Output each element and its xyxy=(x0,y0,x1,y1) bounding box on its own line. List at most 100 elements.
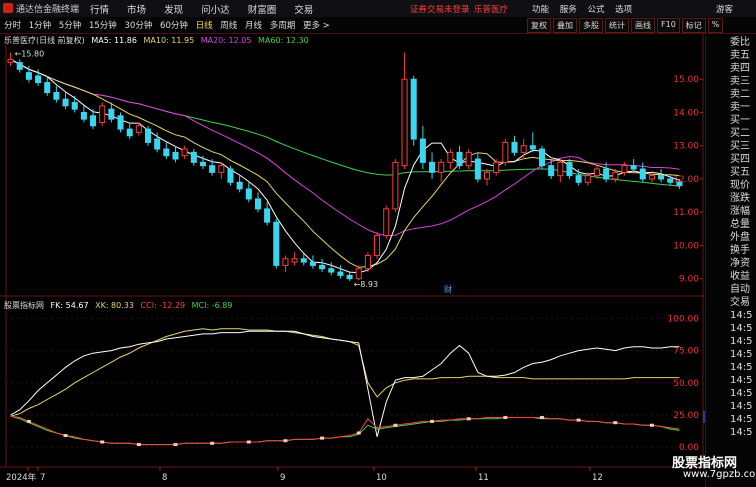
indicator-dot xyxy=(136,443,141,447)
price-tick-label: 13.00 xyxy=(673,142,699,152)
candle-body xyxy=(117,115,124,130)
candle-body xyxy=(401,78,408,167)
candle-body xyxy=(273,221,280,266)
candle-body xyxy=(548,165,555,177)
date-tick-label: 9 xyxy=(280,473,285,483)
candle-body xyxy=(328,268,335,273)
candle-body xyxy=(319,264,326,270)
candle-body xyxy=(429,161,436,173)
date-tick-label: 7 xyxy=(40,473,45,483)
candle-body xyxy=(639,168,646,180)
price-tick-label: 14.00 xyxy=(673,108,699,118)
side-panel-label: 买五 xyxy=(730,167,750,178)
xk-line xyxy=(10,328,680,417)
xk-value: XK: 80.33 xyxy=(95,301,134,310)
indicator-legend: 股票指标网 FK: 54.67 XK: 80.33 CCI: -12.29 MC… xyxy=(4,300,236,311)
candle-body xyxy=(374,234,381,256)
side-panel-label: 买四 xyxy=(730,154,750,165)
side-panel-label: 14:5 xyxy=(730,401,753,412)
ma10-value: MA10: 11.95 xyxy=(143,36,195,45)
candle-body xyxy=(493,161,500,173)
candle-body xyxy=(355,268,362,280)
indicator-tick-label: 50.00 xyxy=(673,379,699,389)
candle-body xyxy=(16,62,23,70)
candle-body xyxy=(456,151,463,167)
date-tick-label: 10 xyxy=(376,473,387,483)
candle-body xyxy=(25,72,32,80)
side-panel-label: 14:5 xyxy=(730,388,753,399)
candle-body xyxy=(483,171,491,180)
candle-body xyxy=(658,175,665,180)
date-tick-label: 12 xyxy=(592,473,603,483)
side-panel-label: 外盘 xyxy=(730,232,750,243)
candle-body xyxy=(71,102,78,110)
candle-body xyxy=(529,145,536,150)
side-panel-label: 14:5 xyxy=(730,336,753,347)
kline-chart[interactable]: 15.0014.0013.0012.0011.0010.009.00100.00… xyxy=(0,0,756,487)
indicator-tick-label: 25.00 xyxy=(673,411,699,421)
indicator-dot xyxy=(173,443,178,447)
candle-body xyxy=(35,75,42,84)
candle-body xyxy=(575,175,582,183)
candle-body xyxy=(465,151,472,167)
ma60-value: MA60: 12.30 xyxy=(258,36,309,45)
indicator-name[interactable]: 股票指标网 xyxy=(4,301,44,310)
side-panel-label: 14:5 xyxy=(730,414,753,425)
indicator-dot xyxy=(100,440,105,444)
candle-body xyxy=(593,168,600,177)
candle-body xyxy=(621,165,628,173)
side-panel-label: 买一 xyxy=(730,115,750,126)
indicator-dot xyxy=(283,439,288,443)
indicator-dot xyxy=(466,417,471,421)
candle-body xyxy=(126,128,133,137)
side-panel-label: 卖五 xyxy=(730,50,750,61)
candle-body xyxy=(346,274,353,280)
chart-header: 乐普医疗(日线 前复权) xyxy=(4,36,85,45)
indicator-dot xyxy=(539,416,544,420)
candle-body xyxy=(144,128,152,143)
candle-body xyxy=(44,82,51,94)
side-panel-label: 买二 xyxy=(730,128,750,139)
low-price-label: ←8.93 xyxy=(354,280,379,289)
candle-body xyxy=(291,258,298,263)
candle-body xyxy=(557,161,564,177)
ma10-line xyxy=(10,58,680,268)
indicator-dot xyxy=(26,419,31,423)
candle-body xyxy=(502,141,509,163)
ma60-line xyxy=(10,58,680,187)
candle-body xyxy=(172,151,179,160)
cci-value: CCI: -12.29 xyxy=(140,301,186,310)
indicator-tick-label: 75.00 xyxy=(673,347,699,357)
side-panel-label: 卖一 xyxy=(730,102,750,113)
candle-body xyxy=(520,145,527,153)
ma20-value: MA20: 12.05 xyxy=(200,36,252,45)
candle-body xyxy=(447,151,454,163)
candle-body xyxy=(99,105,106,123)
side-panel-label: 收益 xyxy=(730,271,750,282)
side-panel-label: 自动 xyxy=(730,284,750,295)
indicator-dot xyxy=(503,416,508,420)
candle-body xyxy=(300,258,307,263)
side-panel-label: 卖二 xyxy=(730,89,750,100)
candle-body xyxy=(648,175,655,180)
indicator-dot xyxy=(356,431,361,435)
side-panel-label: 14:5 xyxy=(730,375,753,386)
candle-body xyxy=(154,138,161,150)
candle-body xyxy=(566,161,573,177)
candle-body xyxy=(181,148,188,157)
candle-body xyxy=(612,171,619,180)
candle-body xyxy=(53,92,60,100)
candle-body xyxy=(190,151,197,163)
side-panel-label: 卖三 xyxy=(730,76,750,87)
candle-body xyxy=(264,208,271,223)
indicator-dot xyxy=(393,423,398,427)
ma20-line xyxy=(10,58,680,237)
candle-body xyxy=(227,168,234,183)
fk-value: FK: 54.67 xyxy=(50,301,89,310)
side-panel-label: 总量 xyxy=(730,219,750,230)
candle-body xyxy=(630,165,637,170)
candle-body xyxy=(135,125,142,133)
candle-body xyxy=(676,181,683,187)
candle-body xyxy=(410,78,417,140)
candle-body xyxy=(584,175,591,183)
